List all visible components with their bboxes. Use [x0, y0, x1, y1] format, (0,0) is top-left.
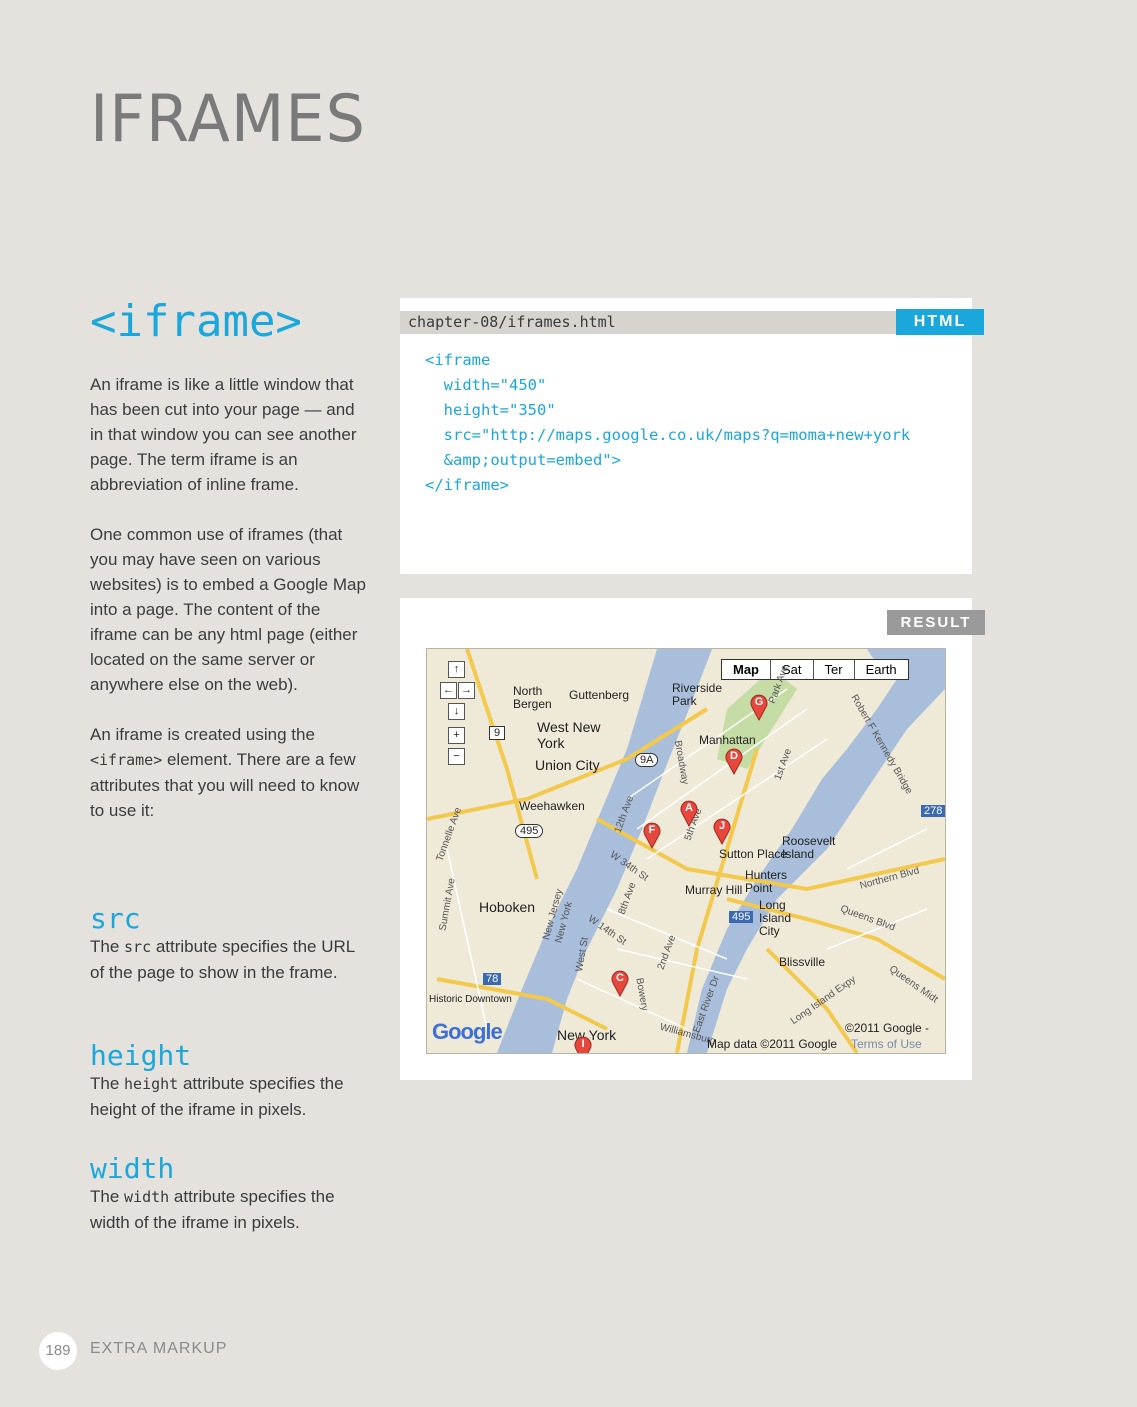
terms-of-use-link[interactable]: Terms of Use — [851, 1037, 922, 1051]
result-panel: RESULT ↑ ← → ↓ + − Map Sat Ter Earth Nor… — [400, 598, 985, 1080]
desc-before: The — [90, 1074, 125, 1093]
inline-code: height — [124, 1075, 179, 1093]
google-logo[interactable]: Google — [432, 1019, 503, 1045]
marker-letter: F — [648, 824, 656, 836]
map-marker-i[interactable]: I — [573, 1035, 593, 1053]
inline-code: src — [124, 938, 152, 956]
place-label: Roosevelt Island — [782, 834, 836, 861]
map-marker-d[interactable]: D — [724, 747, 744, 775]
inline-code: width — [124, 1188, 170, 1206]
intro-paragraph-2: One common use of iframes (that you may … — [90, 525, 366, 694]
route-shield: 78 — [483, 973, 502, 985]
place-label: North Bergen — [513, 684, 552, 711]
attribute-description: The width attribute specifies the width … — [90, 1184, 370, 1235]
map-marker-c[interactable]: C — [610, 969, 630, 997]
route-shield: 9A — [635, 753, 659, 767]
p3-text-before: An iframe is created using the — [90, 725, 315, 744]
route-shield: 495 — [515, 824, 544, 838]
code-filename-bar: chapter-08/iframes.html — [400, 311, 972, 334]
place-label: Weehawken — [519, 799, 585, 813]
map-marker-a[interactable]: A — [679, 799, 699, 827]
code-line: width="450" — [425, 376, 547, 394]
intro-paragraph-1: An iframe is like a little window that h… — [90, 375, 357, 494]
element-heading: <iframe> — [90, 296, 302, 347]
attribute-name: width — [90, 1152, 175, 1185]
pan-down-button[interactable]: ↓ — [448, 703, 465, 720]
attribute-name: height — [90, 1039, 192, 1072]
place-label: Guttenberg — [569, 688, 630, 702]
map-type-ter[interactable]: Ter — [814, 660, 855, 679]
place-label: Sutton Place — [719, 847, 788, 861]
map-type-earth[interactable]: Earth — [855, 660, 908, 679]
pan-up-button[interactable]: ↑ — [448, 661, 465, 678]
map-copyright: ©2011 Google - — [845, 1021, 930, 1035]
place-label: Blissville — [779, 955, 826, 969]
marker-letter: G — [754, 696, 764, 708]
map-marker-j[interactable]: J — [712, 817, 732, 845]
section-label: EXTRA MARKUP — [90, 1340, 228, 1357]
attribute-src: src The src attribute specifies the URL … — [90, 904, 370, 985]
place-label: Riverside Park — [672, 681, 723, 708]
marker-letter: D — [730, 750, 738, 762]
zoom-in-button[interactable]: + — [448, 727, 465, 744]
intro-paragraph-3: An iframe is created using the <iframe> … — [90, 722, 370, 823]
place-label: Manhattan — [699, 733, 756, 747]
code-listing: <iframe width="450" height="350" src="ht… — [425, 348, 910, 498]
pan-left-button[interactable]: ← — [440, 682, 457, 699]
page-number: 189 — [39, 1332, 77, 1370]
marker-letter: C — [616, 972, 624, 984]
marker-letter: J — [718, 820, 726, 832]
place-label: Union City — [535, 757, 600, 773]
route-shield: 495 — [729, 911, 754, 923]
code-panel: chapter-08/iframes.html HTML <iframe wid… — [400, 298, 984, 574]
html-tag-label: HTML — [896, 309, 984, 335]
code-line: &amp;output=embed"> — [425, 451, 621, 469]
map-data-credit: Map data ©2011 Google — [707, 1037, 838, 1051]
place-label: West New York — [537, 719, 601, 751]
map-marker-g[interactable]: G — [749, 693, 769, 721]
place-label: Historic Downtown — [429, 994, 512, 1005]
attribute-name: src — [90, 902, 141, 935]
place-label: Hunters Point — [745, 868, 788, 895]
marker-letter: I — [581, 1038, 585, 1050]
code-line: <iframe — [425, 351, 491, 369]
embedded-google-map[interactable]: ↑ ← → ↓ + − Map Sat Ter Earth North Berg… — [426, 648, 946, 1054]
pan-right-button[interactable]: → — [458, 682, 475, 699]
code-line: </iframe> — [425, 476, 509, 494]
code-line: src="http://maps.google.co.uk/maps?q=mom… — [425, 426, 911, 444]
desc-before: The — [90, 1187, 125, 1206]
map-type-map[interactable]: Map — [722, 660, 771, 679]
place-label: Murray Hill — [685, 883, 743, 897]
marker-letter: A — [685, 802, 693, 814]
desc-before: The — [90, 937, 125, 956]
code-filename: chapter-08/iframes.html — [408, 313, 616, 331]
route-shield: 9 — [489, 726, 506, 740]
route-shield: 278 — [921, 805, 945, 817]
map-type-selector: Map Sat Ter Earth — [721, 659, 909, 680]
attribute-description: The height attribute specifies the heigh… — [90, 1071, 370, 1122]
zoom-out-button[interactable]: − — [448, 748, 465, 765]
attribute-width: width The width attribute specifies the … — [90, 1154, 370, 1235]
map-marker-f[interactable]: F — [642, 821, 662, 849]
attribute-height: height The height attribute specifies th… — [90, 1041, 370, 1122]
code-line: height="350" — [425, 401, 556, 419]
intro-text: An iframe is like a little window that h… — [90, 372, 370, 848]
page-title: IFRAMES — [90, 80, 366, 157]
inline-code-iframe: <iframe> — [90, 751, 163, 769]
place-label: Hoboken — [479, 899, 536, 915]
attribute-description: The src attribute specifies the URL of t… — [90, 934, 370, 985]
result-tag-label: RESULT — [887, 610, 985, 635]
place-label: Long Island City — [759, 898, 792, 938]
